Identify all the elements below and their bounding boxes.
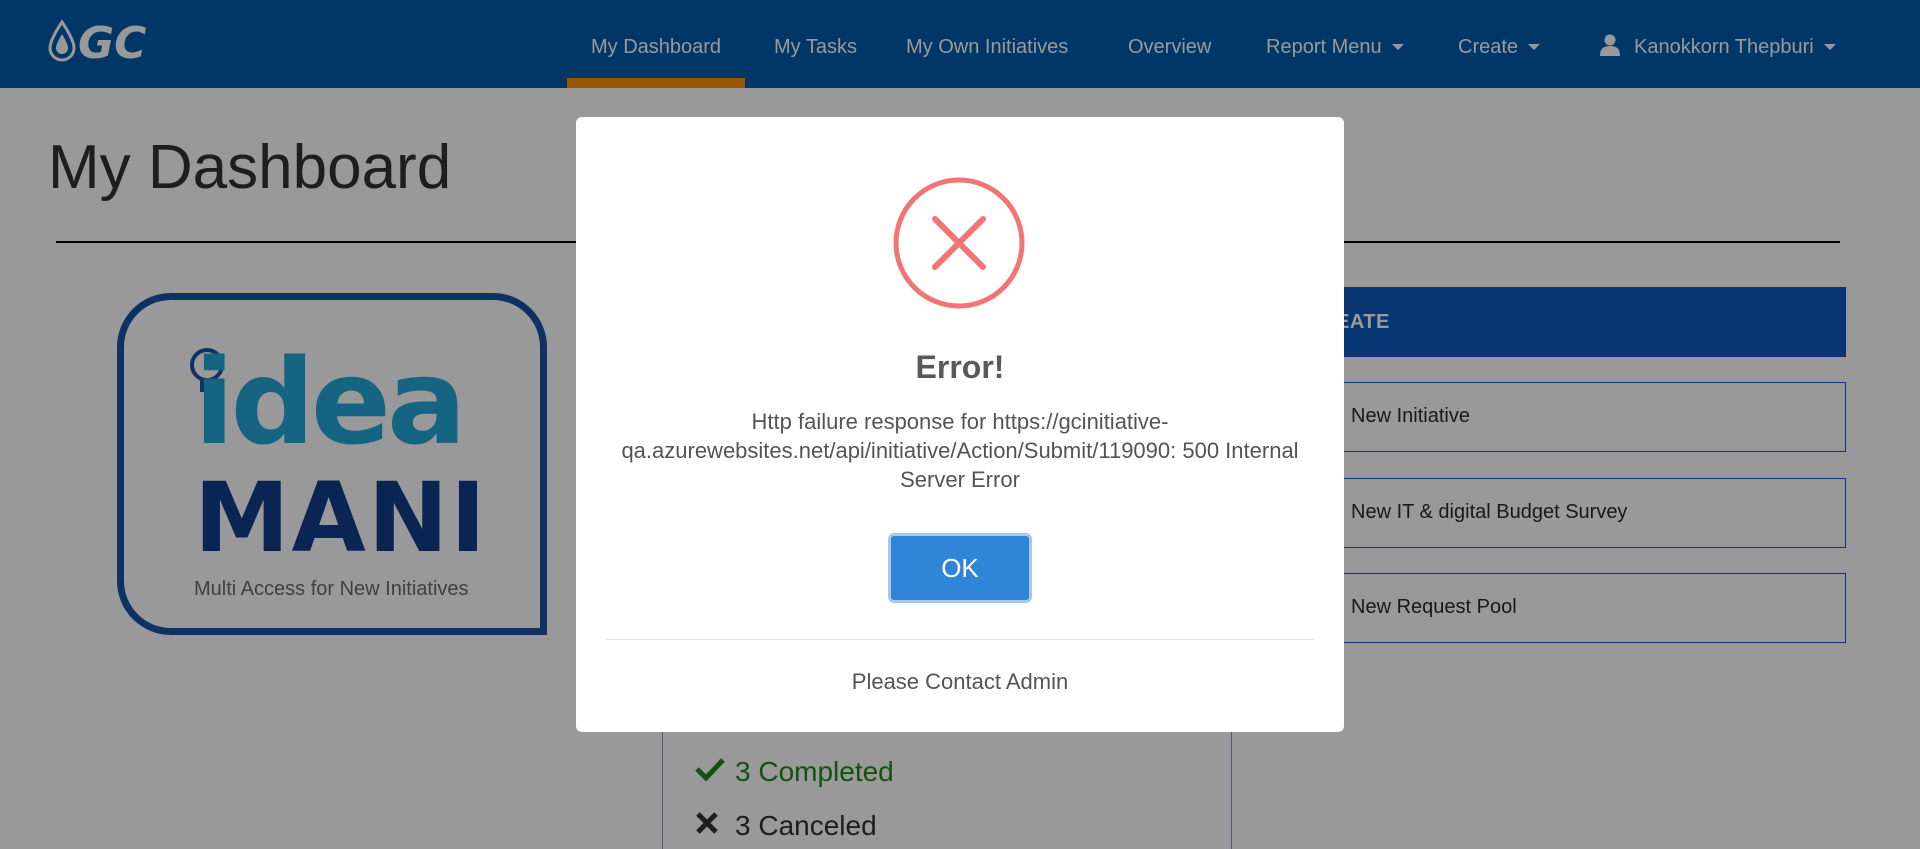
ok-button[interactable]: OK	[888, 533, 1032, 603]
dialog-message: Http failure response for https://gcinit…	[621, 409, 1299, 492]
error-dialog: Error! Http failure response for https:/…	[576, 117, 1344, 732]
error-x-icon	[893, 177, 1025, 309]
dialog-footer: Please Contact Admin	[851, 669, 1069, 694]
dialog-title: Error!	[915, 349, 1005, 385]
dialog-divider	[606, 639, 1314, 640]
